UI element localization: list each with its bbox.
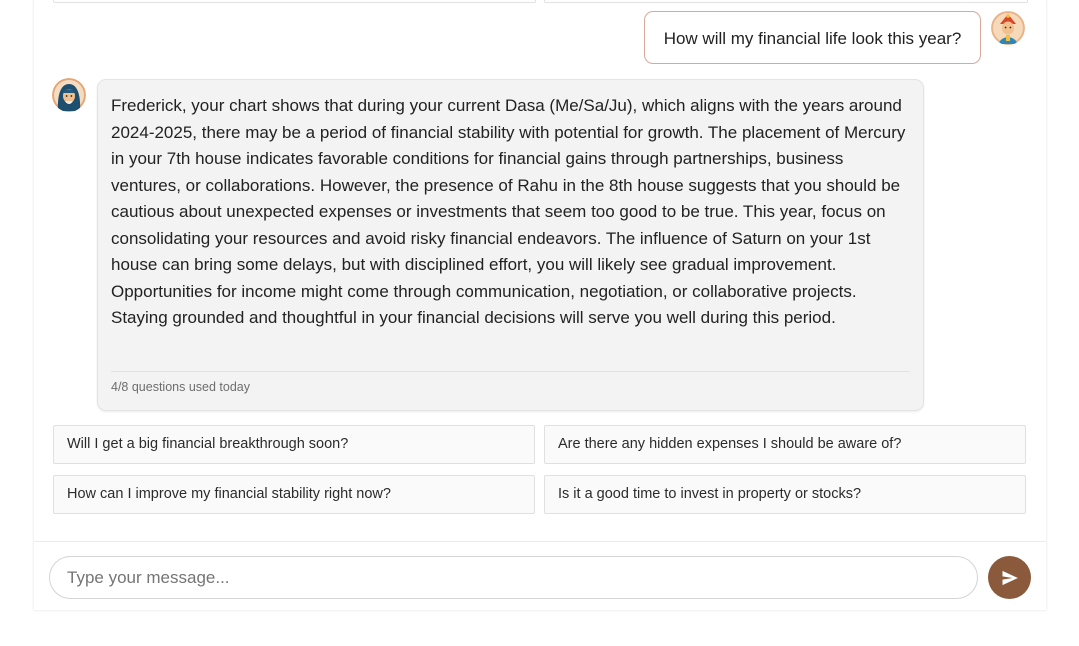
previous-suggestion-chip[interactable] bbox=[53, 0, 536, 3]
bot-message-text: Frederick, your chart shows that during … bbox=[111, 96, 906, 327]
suggestion-chip[interactable]: Will I get a big financial breakthrough … bbox=[53, 425, 535, 464]
astrologer-avatar-icon bbox=[52, 78, 86, 112]
message-input[interactable] bbox=[49, 556, 978, 599]
user-avatar-icon bbox=[991, 11, 1025, 45]
chat-panel: How will my financial life look this yea… bbox=[34, 0, 1046, 610]
bot-message-bubble: Frederick, your chart shows that during … bbox=[97, 79, 924, 411]
composer-divider bbox=[34, 541, 1046, 542]
send-icon bbox=[1002, 570, 1018, 585]
send-button[interactable] bbox=[988, 556, 1031, 599]
usage-counter: 4/8 questions used today bbox=[111, 380, 250, 394]
suggestion-chip[interactable]: How can I improve my financial stability… bbox=[53, 475, 535, 514]
suggestion-chip[interactable]: Is it a good time to invest in property … bbox=[544, 475, 1026, 514]
previous-suggestion-chip[interactable] bbox=[544, 0, 1028, 3]
user-message-text: How will my financial life look this yea… bbox=[663, 29, 962, 48]
user-message-bubble: How will my financial life look this yea… bbox=[644, 11, 981, 64]
message-divider bbox=[111, 371, 910, 372]
suggestion-chip[interactable]: Are there any hidden expenses I should b… bbox=[544, 425, 1026, 464]
